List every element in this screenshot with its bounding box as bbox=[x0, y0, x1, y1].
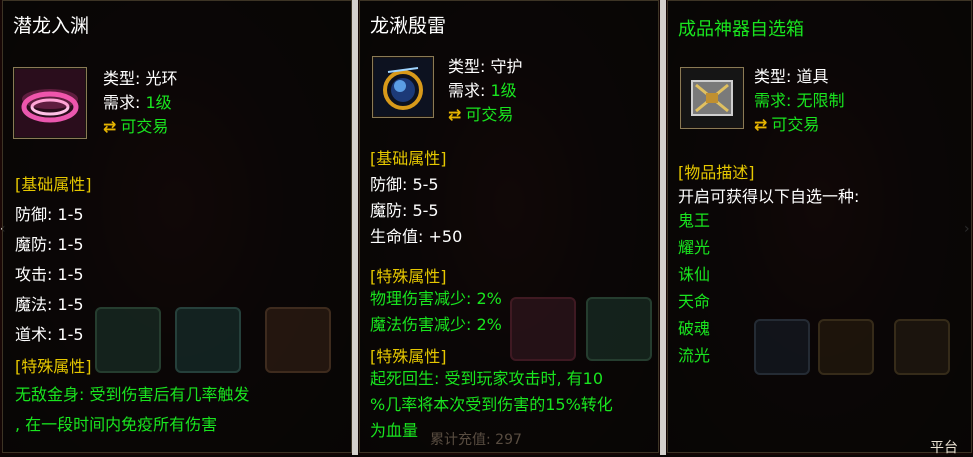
blue-gold-orb-icon bbox=[372, 56, 434, 118]
material-warehouse-button-bg bbox=[265, 307, 331, 373]
item-tooltip-qianlong: 潜龙入渊 类型: 光环 需求: 1级 ⇄ 可交易 [基础属性] 防御: 1-5 魔… bbox=[2, 0, 352, 453]
tradeable-label: 可交易 bbox=[465, 105, 514, 124]
special-stat-line: 魔法伤害减少: 2% bbox=[370, 315, 502, 334]
item-description-line: 开启可获得以下自选一种: bbox=[678, 187, 860, 206]
bg-platform-text: 平台 bbox=[930, 440, 958, 456]
requirement-label: 需求: bbox=[448, 81, 486, 100]
special-desc-line: %几率将本次受到伤害的15%转化 bbox=[370, 395, 613, 414]
requirement-value: 1级 bbox=[145, 93, 172, 112]
stat-line: 生命值: +50 bbox=[370, 227, 463, 246]
special-desc-line: 为血量 bbox=[370, 421, 419, 440]
stat-line: 魔防: 1-5 bbox=[15, 235, 84, 254]
bg-slot bbox=[754, 319, 810, 375]
requirement-value: 1级 bbox=[490, 81, 517, 100]
trade-icon: ⇄ bbox=[103, 117, 117, 136]
divider bbox=[352, 0, 358, 455]
pink-ring-icon bbox=[13, 67, 87, 139]
trade-icon: ⇄ bbox=[448, 105, 462, 124]
special-stat-line: 物理伤害减少: 2% bbox=[370, 289, 502, 308]
type-value: 道具 bbox=[796, 67, 829, 86]
option-item: 诛仙 bbox=[678, 265, 711, 284]
type-value: 光环 bbox=[145, 69, 178, 88]
special-desc-line: , 在一段时间内免疫所有伤害 bbox=[15, 415, 218, 434]
bg-slot bbox=[510, 297, 576, 361]
tradeable-label: 可交易 bbox=[771, 115, 820, 134]
special-attributes-header: [特殊属性] bbox=[370, 267, 447, 286]
silver-chest-icon bbox=[680, 67, 744, 129]
item-meta: 类型: 道具 需求: 无限制 ⇄ 可交易 bbox=[754, 65, 845, 137]
option-item: 天命 bbox=[678, 292, 711, 311]
type-value: 守护 bbox=[490, 57, 523, 76]
requirement-value: 无限制 bbox=[796, 91, 845, 110]
bg-slot bbox=[818, 319, 874, 375]
auto-decompose-button-bg bbox=[175, 307, 241, 373]
tradeable-badge: ⇄ 可交易 bbox=[448, 103, 523, 127]
base-attributes-header: [基础属性] bbox=[15, 175, 92, 194]
item-tooltip-artifact-box: 成品神器自选箱 类型: 道具 需求: 无限制 ⇄ 可交易 [物品描述] 开启可获得… bbox=[667, 0, 972, 456]
item-description-header: [物品描述] bbox=[678, 163, 755, 182]
bg-recharge-text: 累计充值: 297 bbox=[430, 432, 522, 448]
item-title: 成品神器自选箱 bbox=[678, 19, 804, 40]
stat-line: 道术: 1-5 bbox=[15, 325, 84, 344]
item-meta: 类型: 守护 需求: 1级 ⇄ 可交易 bbox=[448, 55, 523, 127]
option-item: 耀光 bbox=[678, 238, 711, 257]
item-title: 潜龙入渊 bbox=[13, 15, 90, 37]
special-desc-line: 起死回生: 受到玩家攻击时, 有10 bbox=[370, 369, 604, 388]
stat-line: 防御: 5-5 bbox=[370, 175, 439, 194]
stat-line: 魔法: 1-5 bbox=[15, 295, 84, 314]
divider bbox=[660, 0, 666, 455]
tradeable-badge: ⇄ 可交易 bbox=[754, 113, 845, 137]
auto-synthesis-button-bg bbox=[95, 307, 161, 373]
stat-line: 防御: 1-5 bbox=[15, 205, 84, 224]
bg-slot bbox=[586, 297, 652, 361]
special-attributes-header-2: [特殊属性] bbox=[370, 347, 447, 366]
item-meta: 类型: 光环 需求: 1级 ⇄ 可交易 bbox=[103, 67, 178, 139]
option-item: 鬼王 bbox=[678, 211, 711, 230]
tradeable-label: 可交易 bbox=[120, 117, 169, 136]
bg-slot bbox=[894, 319, 950, 375]
type-label: 类型: bbox=[103, 69, 141, 88]
item-title: 龙湫殷雷 bbox=[370, 15, 447, 37]
tradeable-badge: ⇄ 可交易 bbox=[103, 115, 178, 139]
option-item: 流光 bbox=[678, 346, 711, 365]
item-tooltip-longqiu: 龙湫殷雷 类型: 守护 需求: 1级 ⇄ 可交易 [基础属性] 防御: 5-5 魔… bbox=[359, 0, 659, 453]
requirement-label: 需求: bbox=[754, 91, 792, 110]
base-attributes-header: [基础属性] bbox=[370, 149, 447, 168]
type-label: 类型: bbox=[754, 67, 792, 86]
special-desc-line: 无敌金身: 受到伤害后有几率触发 bbox=[15, 385, 250, 404]
option-item: 破魂 bbox=[678, 319, 711, 338]
stat-line: 攻击: 1-5 bbox=[15, 265, 84, 284]
requirement-label: 需求: bbox=[103, 93, 141, 112]
type-label: 类型: bbox=[448, 57, 486, 76]
special-attributes-header: [特殊属性] bbox=[15, 357, 92, 376]
trade-icon: ⇄ bbox=[754, 115, 768, 134]
stat-line: 魔防: 5-5 bbox=[370, 201, 439, 220]
